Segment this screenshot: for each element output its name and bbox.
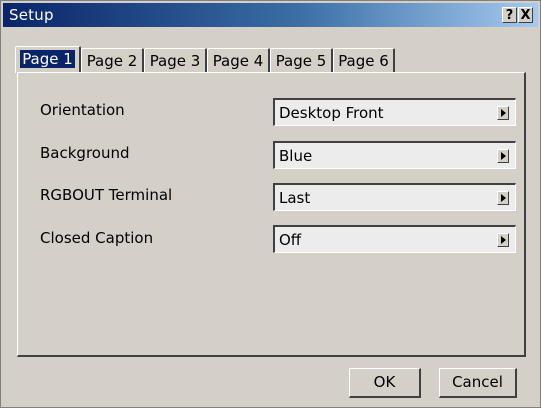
orientation-value: Desktop Front <box>279 104 384 122</box>
tab-label: Page 4 <box>212 52 264 70</box>
tab-page-5[interactable]: Page 5 <box>270 48 333 73</box>
close-button[interactable]: X <box>518 7 533 23</box>
tab-label: Page 2 <box>86 52 138 70</box>
tab-label: Page 5 <box>275 52 327 70</box>
title-bar[interactable]: Setup ? X <box>3 3 538 27</box>
tab-page-3[interactable]: Page 3 <box>144 48 207 73</box>
closed-caption-value: Off <box>279 231 302 249</box>
help-button[interactable]: ? <box>502 7 517 23</box>
tab-page-4[interactable]: Page 4 <box>207 48 270 73</box>
right-arrow-icon[interactable] <box>497 191 509 205</box>
tab-label: Page 1 <box>20 50 75 68</box>
tab-page-6[interactable]: Page 6 <box>333 48 395 73</box>
rgbout-terminal-label: RGBOUT Terminal <box>40 186 173 204</box>
orientation-label: Orientation <box>40 101 125 119</box>
right-arrow-icon[interactable] <box>497 106 509 120</box>
setup-window: Setup ? X Page 1 Page 2 Page 3 Page 4 Pa… <box>0 0 541 408</box>
right-arrow-icon[interactable] <box>497 233 509 247</box>
rgbout-terminal-value: Last <box>279 189 311 207</box>
window-title: Setup <box>9 6 54 24</box>
background-select[interactable]: Blue <box>273 141 516 169</box>
right-arrow-icon[interactable] <box>497 149 509 163</box>
tab-page-2[interactable]: Page 2 <box>81 48 144 73</box>
background-label: Background <box>40 144 130 162</box>
tab-page-1[interactable]: Page 1 <box>15 46 81 73</box>
closed-caption-label: Closed Caption <box>40 229 154 247</box>
orientation-select[interactable]: Desktop Front <box>273 98 516 126</box>
background-value: Blue <box>279 147 313 165</box>
closed-caption-select[interactable]: Off <box>273 225 516 253</box>
tab-label: Page 6 <box>338 52 389 70</box>
tab-label: Page 3 <box>149 52 201 70</box>
rgbout-terminal-select[interactable]: Last <box>273 183 516 211</box>
ok-button[interactable]: OK <box>349 368 421 398</box>
settings-panel: Orientation Desktop Front Background Blu… <box>17 72 526 357</box>
cancel-button[interactable]: Cancel <box>439 368 517 398</box>
